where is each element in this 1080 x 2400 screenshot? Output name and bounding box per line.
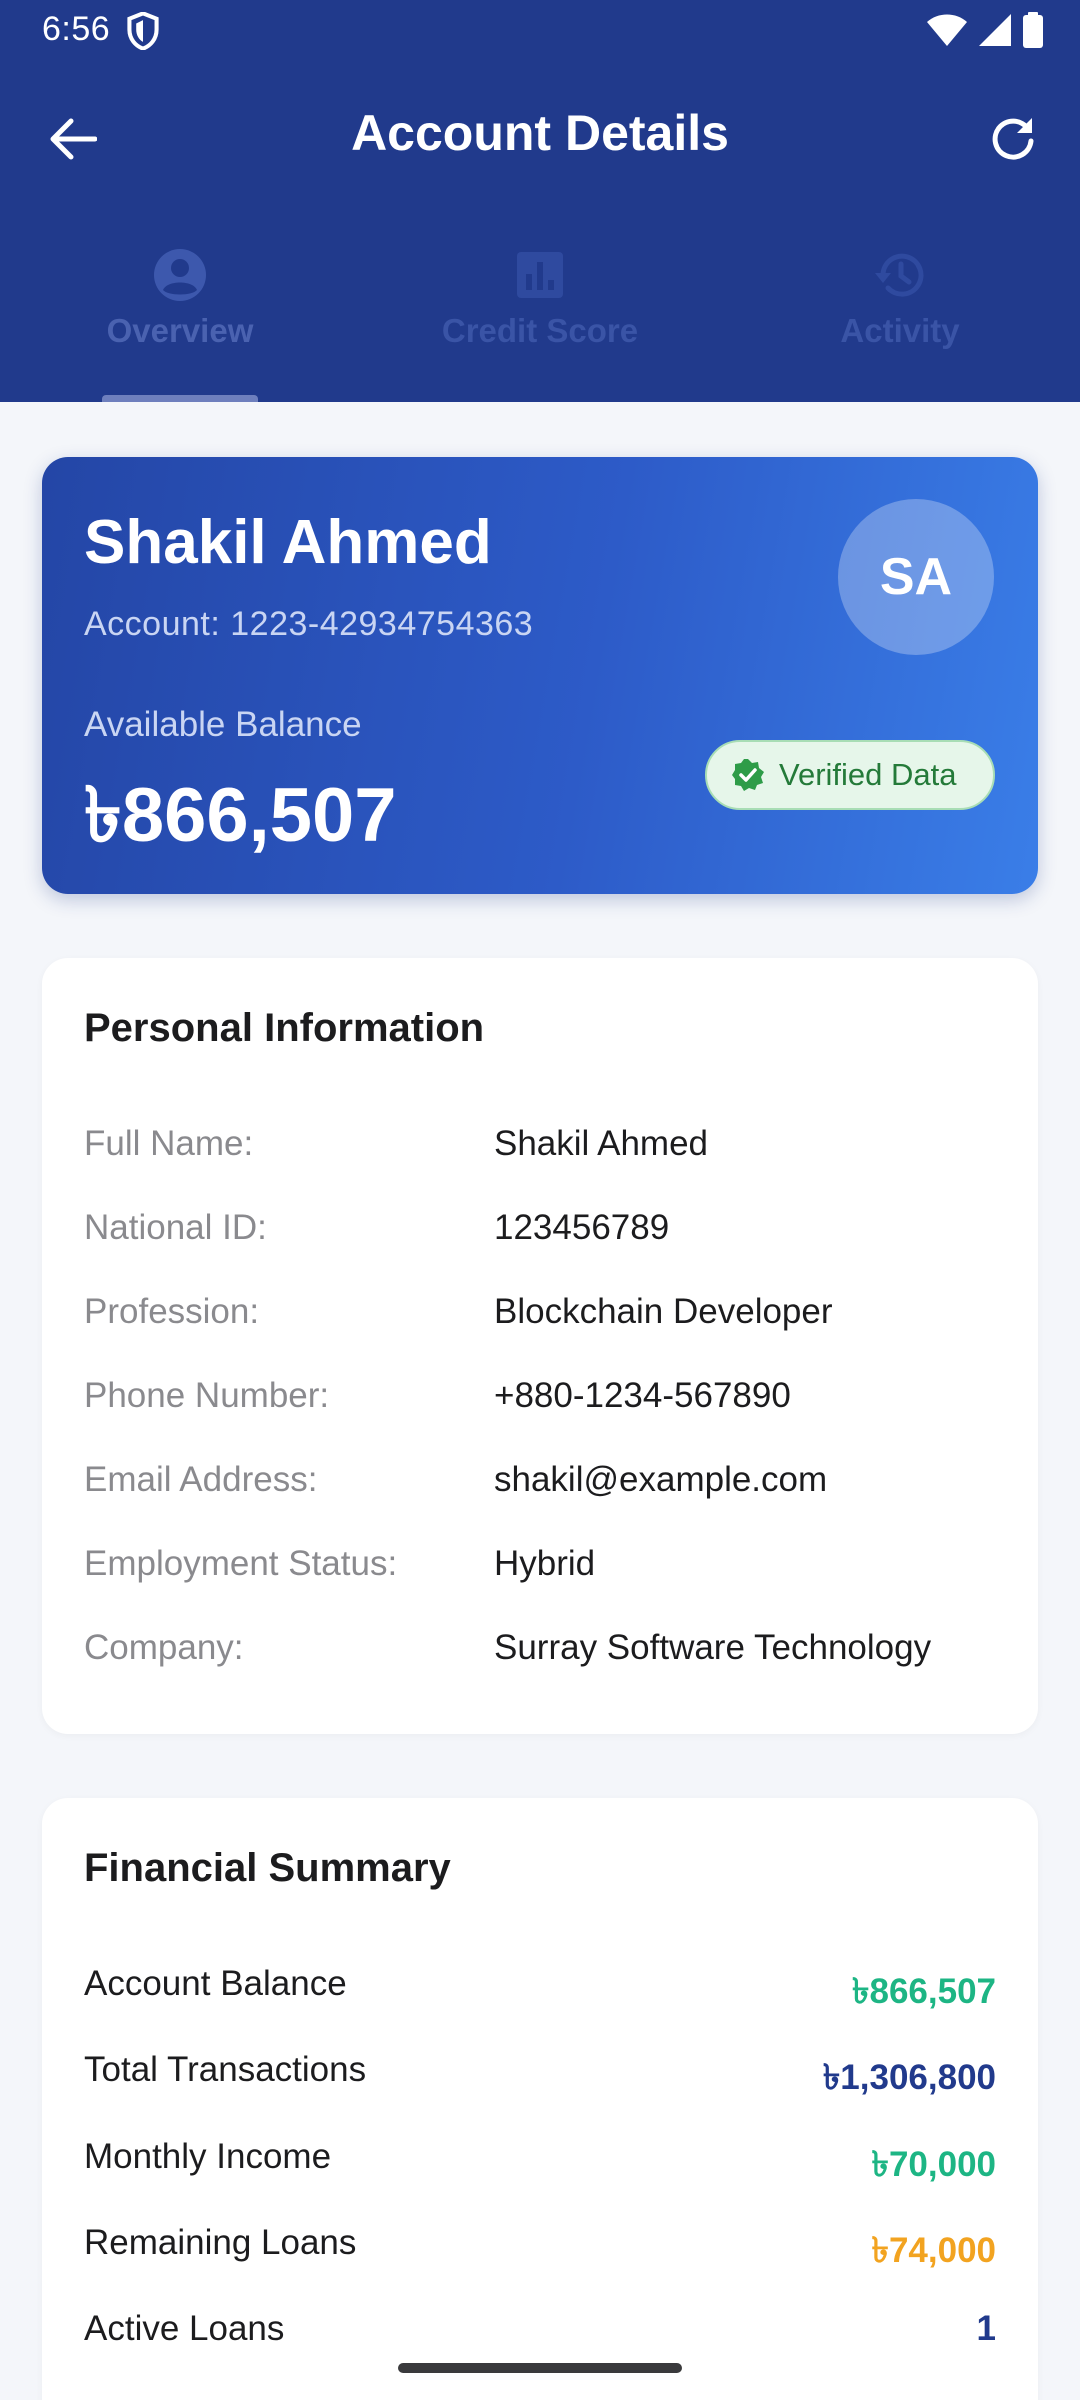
- fin-value: ৳866,507: [852, 1972, 996, 2011]
- account-holder-name: Shakil Ahmed: [84, 508, 492, 577]
- tab-credit-score-label: Credit Score: [441, 312, 639, 349]
- fin-row-remaining-loans: Remaining Loans ৳74,000: [84, 2223, 996, 2275]
- fin-label: Account Balance: [84, 1964, 347, 2003]
- account-number: Account: 1223-42934754363: [84, 605, 534, 643]
- info-value: shakil@example.com: [494, 1460, 828, 1499]
- info-label: Company:: [84, 1628, 244, 1667]
- tab-active-indicator: [102, 395, 258, 402]
- info-value: Blockchain Developer: [494, 1292, 833, 1331]
- app-root: 6:56 Account Details Overview Credit Sco…: [0, 0, 1080, 2400]
- fin-value: ৳70,000: [871, 2145, 996, 2184]
- tab-activity[interactable]: Activity: [720, 240, 1080, 402]
- personal-information-card: Personal Information Full Name: Shakil A…: [42, 958, 1038, 1734]
- avatar: SA: [838, 499, 994, 655]
- fin-label: Total Transactions: [84, 2050, 367, 2089]
- tab-overview[interactable]: Overview: [0, 240, 360, 402]
- info-label: National ID:: [84, 1208, 267, 1247]
- shield-icon: [127, 12, 159, 50]
- fin-row-active-loans: Active Loans 1: [84, 2309, 996, 2361]
- info-row-national-id: National ID: 123456789: [84, 1208, 1004, 1258]
- refresh-icon: [992, 118, 1034, 160]
- info-label: Full Name:: [84, 1124, 254, 1163]
- info-value: 123456789: [494, 1208, 670, 1247]
- refresh-button[interactable]: [976, 102, 1050, 176]
- fin-label: Monthly Income: [84, 2137, 332, 2176]
- fin-label: Remaining Loans: [84, 2223, 357, 2262]
- battery-icon: [1023, 12, 1043, 48]
- fin-row-account-balance: Account Balance ৳866,507: [84, 1964, 996, 2016]
- fin-row-monthly-income: Monthly Income ৳70,000: [84, 2137, 996, 2189]
- tab-overview-label: Overview: [106, 312, 254, 349]
- signal-icon: [979, 14, 1011, 46]
- fin-value: ৳1,306,800: [822, 2058, 996, 2097]
- fin-row-total-transactions: Total Transactions ৳1,306,800: [84, 2050, 996, 2102]
- info-row-company: Company: Surray Software Technology: [84, 1628, 1004, 1678]
- financial-summary-card: Financial Summary Account Balance ৳866,5…: [42, 1798, 1038, 2400]
- history-icon: [875, 253, 924, 297]
- fin-label: Active Loans: [84, 2309, 285, 2348]
- financial-summary-title: Financial Summary: [84, 1846, 451, 1890]
- available-balance-value: ৳866,507: [84, 773, 397, 858]
- wifi-icon: [927, 14, 967, 46]
- home-indicator[interactable]: [398, 2363, 682, 2373]
- personal-information-title: Personal Information: [84, 1006, 485, 1050]
- info-label: Email Address:: [84, 1460, 318, 1499]
- available-balance-label: Available Balance: [84, 705, 362, 744]
- status-time: 6:56: [42, 10, 111, 48]
- info-value: Shakil Ahmed: [494, 1124, 709, 1163]
- tab-activity-label: Activity: [840, 312, 960, 349]
- tab-bar: Overview Credit Score Activity: [0, 240, 1080, 402]
- fin-value: 1: [976, 2309, 996, 2348]
- fin-value: ৳74,000: [871, 2231, 996, 2270]
- app-bar: 6:56 Account Details Overview Credit Sco…: [0, 0, 1080, 402]
- info-value: Surray Software Technology: [494, 1628, 932, 1667]
- toolbar: Account Details: [0, 82, 1080, 192]
- info-value: +880-1234-567890: [494, 1376, 791, 1415]
- bar-chart-icon: [517, 252, 563, 298]
- account-circle-icon: [154, 249, 206, 301]
- info-row-phone-number: Phone Number: +880-1234-567890: [84, 1376, 1004, 1426]
- status-icons: [926, 12, 1044, 48]
- info-value: Hybrid: [494, 1544, 596, 1583]
- page-title: Account Details: [351, 105, 729, 161]
- status-bar: 6:56: [0, 0, 1080, 62]
- verified-check-icon: [732, 759, 764, 791]
- info-row-full-name: Full Name: Shakil Ahmed: [84, 1124, 1004, 1174]
- info-row-employment-status: Employment Status: Hybrid: [84, 1544, 1004, 1594]
- info-label: Profession:: [84, 1292, 260, 1331]
- account-summary-card: Shakil Ahmed Account: 1223-42934754363 A…: [42, 457, 1038, 894]
- info-label: Phone Number:: [84, 1376, 330, 1415]
- info-row-email-address: Email Address: shakil@example.com: [84, 1460, 1004, 1510]
- verified-data-badge: Verified Data: [705, 740, 995, 810]
- tab-credit-score[interactable]: Credit Score: [360, 240, 720, 402]
- info-label: Employment Status:: [84, 1544, 398, 1583]
- verified-data-label: Verified Data: [779, 757, 957, 792]
- info-row-profession: Profession: Blockchain Developer: [84, 1292, 1004, 1342]
